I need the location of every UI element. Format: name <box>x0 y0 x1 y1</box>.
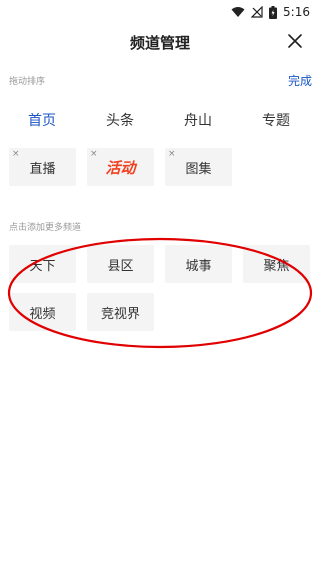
more-channel-video[interactable]: 视频 <box>9 293 76 331</box>
chip-label: 竞视界 <box>100 306 140 322</box>
header: 频道管理 <box>0 24 320 58</box>
status-time: 5:16 <box>283 5 310 19</box>
chip-label: 城事 <box>185 258 212 274</box>
chip-label: 县区 <box>107 258 134 274</box>
remove-icon[interactable]: × <box>90 149 98 159</box>
status-bar: 5:16 <box>0 0 320 24</box>
tab-zhoushan[interactable]: 舟山 <box>168 110 228 130</box>
remove-icon[interactable]: × <box>168 149 176 159</box>
drag-sort-label: 拖动排序 <box>9 77 46 87</box>
activity-logo-text: 活动 <box>105 158 136 177</box>
wifi-icon <box>231 7 245 17</box>
more-channel-focus[interactable]: 聚焦 <box>243 245 310 283</box>
chip-label: 聚焦 <box>263 258 290 274</box>
chip-label: 图集 <box>185 161 212 177</box>
tab-home[interactable]: 首页 <box>12 110 72 130</box>
close-button[interactable] <box>284 30 306 52</box>
more-channel-city[interactable]: 城事 <box>165 245 232 283</box>
page-title: 频道管理 <box>129 34 190 52</box>
chip-label: 视频 <box>29 306 56 322</box>
no-signal-icon <box>251 6 263 18</box>
tab-headlines[interactable]: 头条 <box>90 110 150 130</box>
channel-chip-live[interactable]: × 直播 <box>9 148 76 186</box>
add-more-label: 点击添加更多频道 <box>9 223 82 233</box>
tab-topics[interactable]: 专题 <box>246 110 306 130</box>
more-channel-world[interactable]: 天下 <box>9 245 76 283</box>
more-channel-jingshijie[interactable]: 竞视界 <box>87 293 154 331</box>
remove-icon[interactable]: × <box>12 149 20 159</box>
done-button[interactable]: 完成 <box>288 72 312 89</box>
channel-chip-gallery[interactable]: × 图集 <box>165 148 232 186</box>
chip-label: 直播 <box>29 161 56 177</box>
more-channel-county[interactable]: 县区 <box>87 245 154 283</box>
close-icon <box>288 34 302 48</box>
channel-chip-activity[interactable]: × 活动 <box>87 148 154 186</box>
chip-label: 天下 <box>29 258 56 274</box>
battery-icon <box>269 5 278 19</box>
